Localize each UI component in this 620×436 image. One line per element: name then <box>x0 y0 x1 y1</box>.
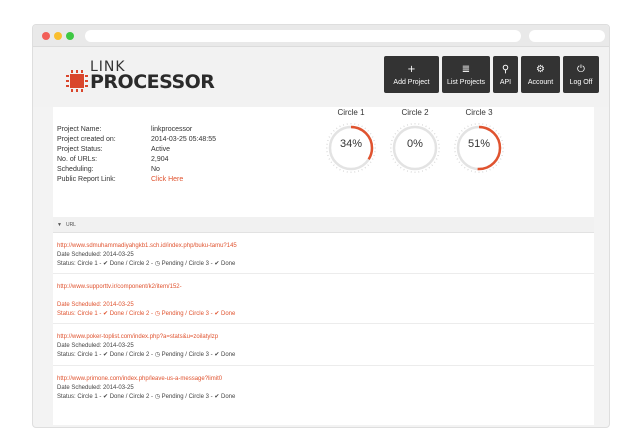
url-count-value: 2,904 <box>151 156 169 163</box>
logo-text-processor: PROCESSOR <box>90 71 215 93</box>
scheduling-value: No <box>151 166 160 173</box>
app-header: LINK PROCESSOR + Add Project ≣ List Proj… <box>33 47 609 107</box>
info-row-created: Project created on: 2014-03-25 05:48:55 <box>57 135 216 145</box>
project-status-value: Active <box>151 146 171 153</box>
public-report-link[interactable]: Click Here <box>151 175 183 185</box>
add-project-label: Add Project <box>393 79 430 86</box>
item-status: Status: Circle 1 - ✔ Done / Circle 2 - ◷… <box>57 394 236 400</box>
circle-3-gauge: Circle 3 51% <box>449 107 509 173</box>
info-row-report: Public Report Link: Click Here <box>57 175 216 185</box>
info-row-scheduling: Scheduling: No <box>57 165 216 175</box>
info-key: Scheduling: <box>57 166 94 173</box>
circle-percent: 51% <box>467 138 491 150</box>
list-projects-label: List Projects <box>446 79 486 86</box>
minimize-window-icon[interactable] <box>54 32 62 40</box>
chip-icon <box>66 70 88 92</box>
circle-2-gauge: Circle 2 0% <box>385 107 445 173</box>
url-list-header[interactable]: ▼ URL <box>53 217 594 233</box>
plus-icon: + <box>407 64 416 75</box>
main-nav: + Add Project ≣ List Projects ⚲ API ⚙ Ac… <box>384 56 599 93</box>
divider <box>53 365 594 366</box>
browser-window: LINK PROCESSOR + Add Project ≣ List Proj… <box>32 24 610 428</box>
date-scheduled: Date Scheduled: 2014-03-25 <box>57 343 134 349</box>
close-window-icon[interactable] <box>42 32 50 40</box>
gear-icon: ⚙ <box>536 64 545 75</box>
circle-title: Circle 2 <box>401 108 429 117</box>
divider <box>53 323 594 324</box>
sort-caret-icon: ▼ <box>57 222 62 228</box>
maximize-window-icon[interactable] <box>66 32 74 40</box>
api-button[interactable]: ⚲ API <box>493 56 518 93</box>
list-projects-button[interactable]: ≣ List Projects <box>442 56 490 93</box>
url-link[interactable]: http://www.sdmuhammadiyahgkb1.sch.id/ind… <box>57 242 577 251</box>
account-label: Account <box>527 79 554 86</box>
info-row-name: Project Name: linkprocessor <box>57 125 216 135</box>
url-column-label: URL <box>65 222 76 228</box>
date-scheduled: Date Scheduled: 2014-03-25 <box>57 302 134 308</box>
list-item: http://www.primone.com/index.php/leave-u… <box>57 375 577 402</box>
info-row-urls: No. of URLs: 2,904 <box>57 155 216 165</box>
add-project-button[interactable]: + Add Project <box>384 56 439 93</box>
info-key: Project Name: <box>57 126 102 133</box>
info-row-status: Project Status: Active <box>57 145 216 155</box>
url-link[interactable]: http://www.poker-toplist.com/index.php?a… <box>57 333 577 342</box>
info-key: Project Status: <box>57 146 103 153</box>
browser-search-bar[interactable] <box>529 30 605 42</box>
item-status: Status: Circle 1 - ✔ Done / Circle 2 - ◷… <box>57 261 236 267</box>
info-key: No. of URLs: <box>57 156 98 163</box>
project-name-value: linkprocessor <box>151 126 193 133</box>
date-scheduled: Date Scheduled: 2014-03-25 <box>57 385 134 391</box>
item-status: Status: Circle 1 - ✔ Done / Circle 2 - ◷… <box>57 352 236 358</box>
list-icon: ≣ <box>461 64 471 75</box>
circle-title: Circle 3 <box>465 108 493 117</box>
item-status: Status: Circle 1 - ✔ Done / Circle 2 - ◷… <box>57 311 236 317</box>
list-item: http://www.poker-toplist.com/index.php?a… <box>57 333 577 360</box>
log-off-label: Log Off <box>569 79 593 86</box>
link-icon: ⚲ <box>501 64 510 75</box>
info-key: Project created on: <box>57 136 116 143</box>
info-key: Public Report Link: <box>57 176 116 183</box>
date-scheduled: Date Scheduled: 2014-03-25 <box>57 252 134 258</box>
log-off-button[interactable]: ⏻ Log Off <box>563 56 599 93</box>
circle-percent: 34% <box>339 138 363 150</box>
list-item: http://www.sdmuhammadiyahgkb1.sch.id/ind… <box>57 242 577 269</box>
url-link[interactable]: http://www.primone.com/index.php/leave-u… <box>57 375 577 384</box>
circle-1-gauge: Circle 1 34% <box>321 107 381 173</box>
project-created-value: 2014-03-25 05:48:55 <box>151 136 216 143</box>
project-info: Project Name: linkprocessor Project crea… <box>57 125 216 185</box>
url-link[interactable]: http://www.supporttv.ir/component/k2/ite… <box>57 283 577 292</box>
circle-title: Circle 1 <box>337 108 365 117</box>
power-icon: ⏻ <box>577 64 585 75</box>
divider <box>53 273 594 274</box>
circle-percent: 0% <box>407 138 423 150</box>
address-bar[interactable] <box>85 30 521 42</box>
browser-toolbar <box>33 25 609 47</box>
api-label: API <box>499 79 512 86</box>
account-button[interactable]: ⚙ Account <box>521 56 560 93</box>
project-panel: Project Name: linkprocessor Project crea… <box>53 107 594 425</box>
list-item: http://www.supporttv.ir/component/k2/ite… <box>57 283 577 319</box>
